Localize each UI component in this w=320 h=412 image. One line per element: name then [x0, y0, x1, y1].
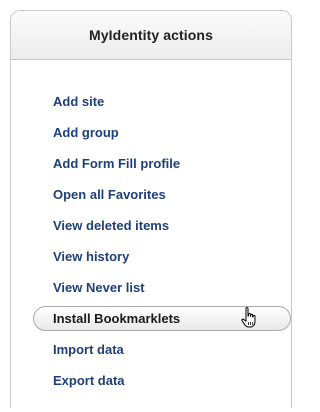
- action-label[interactable]: Import data: [53, 342, 124, 357]
- panel-header: MyIdentity actions: [11, 11, 291, 60]
- actions-list: Add site Add group Add Form Fill profile…: [11, 86, 291, 396]
- action-label[interactable]: Export data: [53, 373, 125, 388]
- action-add-site[interactable]: Add site: [11, 86, 291, 117]
- action-import-data[interactable]: Import data: [11, 334, 291, 365]
- action-label[interactable]: Add Form Fill profile: [53, 156, 180, 171]
- action-open-all-favorites[interactable]: Open all Favorites: [11, 179, 291, 210]
- hand-pointer-icon: [241, 307, 256, 328]
- action-label[interactable]: View deleted items: [53, 218, 169, 233]
- action-label[interactable]: View history: [53, 249, 129, 264]
- action-label[interactable]: Add site: [53, 94, 104, 109]
- action-label[interactable]: Add group: [53, 125, 119, 140]
- myidentity-actions-panel: MyIdentity actions Add site Add group Ad…: [10, 10, 292, 408]
- action-label[interactable]: View Never list: [53, 280, 145, 295]
- action-view-history[interactable]: View history: [11, 241, 291, 272]
- action-add-group[interactable]: Add group: [11, 117, 291, 148]
- action-label[interactable]: Open all Favorites: [53, 187, 166, 202]
- action-view-deleted-items[interactable]: View deleted items: [11, 210, 291, 241]
- panel-title: MyIdentity actions: [89, 27, 213, 43]
- action-view-never-list[interactable]: View Never list: [11, 272, 291, 303]
- action-label[interactable]: Install Bookmarklets: [53, 311, 180, 326]
- action-install-bookmarklets[interactable]: Install Bookmarklets: [11, 303, 291, 334]
- action-export-data[interactable]: Export data: [11, 365, 291, 396]
- action-add-form-fill-profile[interactable]: Add Form Fill profile: [11, 148, 291, 179]
